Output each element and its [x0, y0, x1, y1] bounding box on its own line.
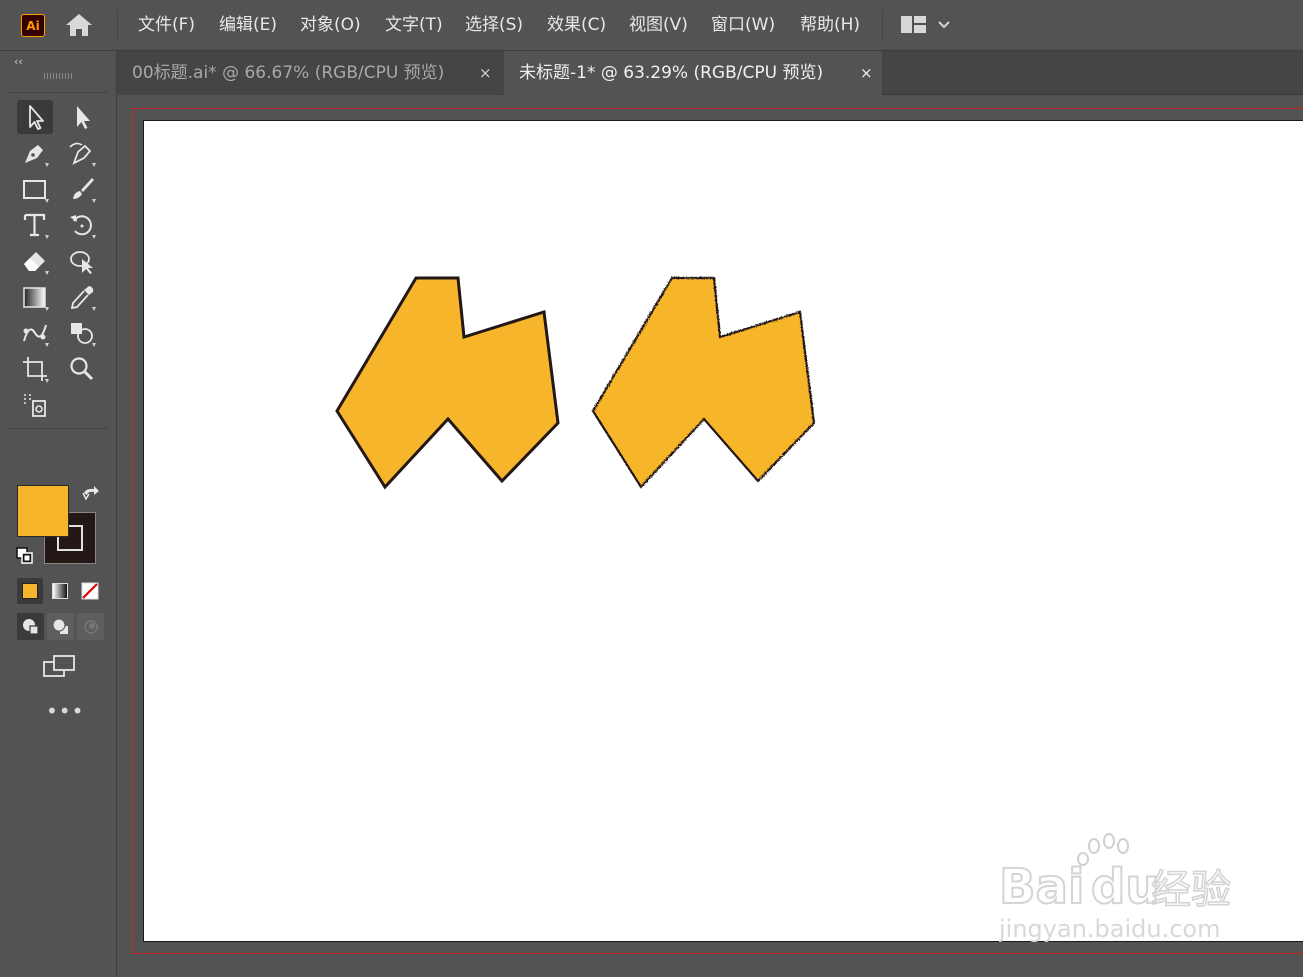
menu-effect[interactable]: 效果(C)	[547, 13, 606, 37]
artboard-tool[interactable]	[17, 352, 53, 386]
draw-behind-icon	[52, 618, 68, 634]
selection-arrow-icon	[29, 105, 44, 130]
menu-file[interactable]: 文件(F)	[138, 13, 195, 37]
paintbrush-icon	[73, 178, 96, 203]
direct-selection-arrow-icon	[77, 106, 90, 129]
menu-separator	[117, 10, 118, 40]
none-mode-button[interactable]	[77, 578, 103, 604]
document-tabs: 00标题.ai* @ 66.67% (RGB/CPU 预览) × 未标题-1* …	[117, 51, 1303, 95]
rectangle-icon	[23, 180, 49, 203]
curvature-pen-icon	[69, 142, 96, 167]
panel-grip[interactable]	[44, 73, 74, 79]
collapse-panel-icon[interactable]: ‹‹	[14, 55, 23, 68]
blend-icon	[23, 324, 49, 347]
draw-inside-icon	[84, 620, 98, 634]
pen-tool[interactable]	[17, 136, 53, 170]
eyedropper-tool[interactable]	[64, 280, 100, 314]
curvature-tool[interactable]	[64, 136, 100, 170]
tab-document-1[interactable]: 00标题.ai* @ 66.67% (RGB/CPU 预览)	[117, 51, 502, 95]
svg-text:du: du	[1091, 859, 1160, 915]
magnifier-icon	[70, 357, 94, 381]
type-tool[interactable]	[17, 208, 53, 242]
menu-type[interactable]: 文字(T)	[385, 13, 443, 37]
screen-mode-icon[interactable]	[42, 653, 78, 679]
tab-label: 未标题-1* @ 63.29% (RGB/CPU 预览)	[519, 63, 824, 83]
menu-window[interactable]: 窗口(W)	[711, 13, 775, 37]
draw-normal-icon	[23, 619, 39, 635]
gradient-icon	[23, 287, 49, 311]
svg-text:jingyan.baidu.com: jingyan.baidu.com	[999, 915, 1220, 943]
rotate-tool[interactable]	[64, 208, 100, 242]
artwork	[335, 276, 816, 490]
polygon-shape-roughened[interactable]	[591, 276, 816, 489]
artboard[interactable]: Bai du 经验 jingyan.baidu.com	[143, 120, 1303, 943]
draw-normal-button[interactable]	[17, 613, 44, 640]
edit-toolbar-icon	[24, 394, 46, 417]
none-mode-icon	[81, 582, 99, 600]
menu-select[interactable]: 选择(S)	[465, 13, 523, 37]
app-logo[interactable]: Ai	[21, 14, 45, 37]
blend-tool[interactable]	[17, 316, 53, 350]
color-mode-button[interactable]	[17, 578, 43, 604]
menu-bar: Ai 文件(F) 编辑(E) 对象(O) 文字(T) 选择(S) 效果(C) 视…	[0, 0, 1303, 51]
workspace-switcher-icon[interactable]	[900, 14, 950, 36]
tools-panel: ‹‹ •••	[0, 51, 117, 977]
rotate-icon	[70, 215, 96, 239]
selection-tool[interactable]	[17, 100, 53, 134]
menu-separator	[882, 10, 883, 40]
puppet-warp-tool[interactable]	[64, 244, 100, 278]
menu-edit[interactable]: 编辑(E)	[219, 13, 277, 37]
tab-close-icon[interactable]: ×	[860, 51, 873, 95]
tab-label: 00标题.ai* @ 66.67% (RGB/CPU 预览)	[132, 63, 445, 83]
rectangle-tool[interactable]	[17, 172, 53, 206]
polygon-shape-original[interactable]	[335, 276, 560, 490]
panel-divider	[8, 92, 108, 93]
gradient-mode-icon	[52, 583, 68, 599]
svg-text:经验: 经验	[1151, 867, 1231, 913]
pen-icon	[25, 145, 49, 167]
lasso-warp-icon	[70, 251, 93, 274]
fill-color-swatch[interactable]	[17, 485, 69, 537]
type-t-icon	[23, 213, 49, 239]
shape-builder-tool[interactable]	[64, 316, 100, 350]
canvas-area[interactable]: Bai du 经验 jingyan.baidu.com	[118, 96, 1303, 977]
color-mode-icon	[22, 583, 38, 599]
panel-divider	[8, 428, 108, 429]
zoom-tool[interactable]	[64, 352, 100, 386]
paintbrush-tool[interactable]	[64, 172, 100, 206]
swap-fill-stroke-icon[interactable]	[80, 485, 100, 505]
eyedropper-icon	[70, 286, 96, 311]
menu-object[interactable]: 对象(O)	[300, 13, 361, 37]
draw-inside-button[interactable]	[77, 613, 104, 640]
eraser-icon	[24, 252, 49, 275]
svg-text:Bai: Bai	[999, 859, 1084, 915]
gradient-tool[interactable]	[17, 280, 53, 314]
eraser-tool[interactable]	[17, 244, 53, 278]
draw-behind-button[interactable]	[47, 613, 74, 640]
shape-builder-icon	[71, 323, 96, 347]
menu-help[interactable]: 帮助(H)	[800, 13, 860, 37]
home-icon[interactable]	[63, 11, 95, 39]
default-colors-icon[interactable]	[16, 547, 34, 565]
tab-close-icon[interactable]: ×	[479, 51, 492, 95]
artboard-crop-icon	[23, 357, 49, 383]
edit-toolbar-button[interactable]	[17, 388, 53, 422]
direct-selection-tool[interactable]	[64, 100, 100, 134]
more-tools-icon[interactable]: •••	[46, 699, 84, 723]
gradient-mode-button[interactable]	[47, 578, 73, 604]
watermark-logo: Bai du 经验 jingyan.baidu.com	[999, 833, 1232, 943]
menu-view[interactable]: 视图(V)	[629, 13, 688, 37]
tab-document-2[interactable]: 未标题-1* @ 63.29% (RGB/CPU 预览)	[504, 51, 882, 95]
